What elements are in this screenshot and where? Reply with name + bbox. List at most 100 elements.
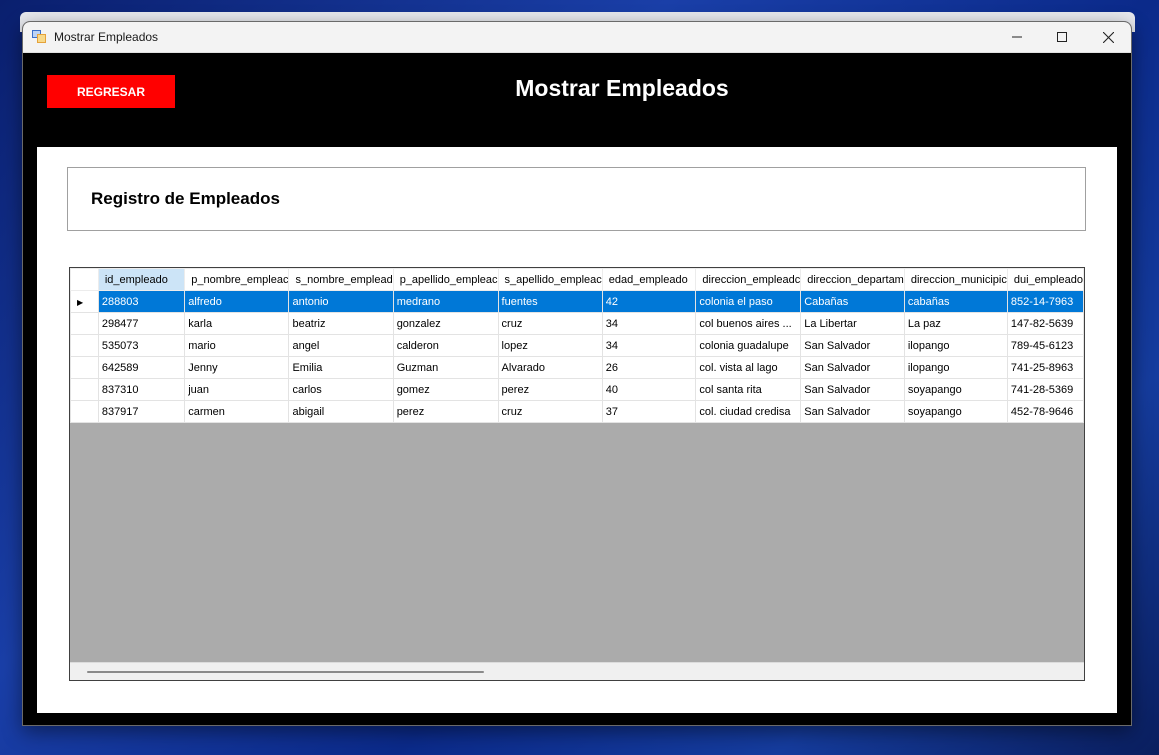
close-button[interactable] bbox=[1085, 22, 1131, 52]
cell-s-apellido-empleado[interactable]: cruz bbox=[497, 400, 603, 423]
cell-s-nombre-empleado[interactable]: angel bbox=[288, 334, 394, 357]
row-header[interactable] bbox=[70, 378, 99, 401]
cell-direccion-departamento[interactable]: San Salvador bbox=[800, 378, 905, 401]
cell-direccion-empleado[interactable]: col santa rita bbox=[695, 378, 802, 401]
horizontal-scrollbar[interactable] bbox=[70, 662, 1084, 680]
cell-direccion-empleado[interactable]: colonia guadalupe bbox=[695, 334, 802, 357]
window-title: Mostrar Empleados bbox=[54, 30, 159, 44]
column-header-direccion-empleado[interactable]: direccion_empleadc bbox=[695, 268, 802, 291]
cell-id-empleado[interactable]: 837310 bbox=[97, 378, 186, 401]
cell-s-nombre-empleado[interactable]: carlos bbox=[288, 378, 394, 401]
table-row[interactable]: 298477 karla beatriz gonzalez cruz 34 col buen… bbox=[70, 312, 1084, 335]
maximize-button[interactable] bbox=[1039, 22, 1085, 52]
app-window: Mostrar Empleados REGRESAR Mostrar Emple… bbox=[22, 21, 1132, 726]
cell-s-apellido-empleado[interactable]: perez bbox=[497, 378, 603, 401]
cell-dui-empleado[interactable]: 741-28-5369 bbox=[1006, 378, 1084, 401]
row-header[interactable] bbox=[70, 334, 99, 357]
cell-dui-empleado[interactable]: 789-45-6123 bbox=[1006, 334, 1084, 357]
employees-table: id_empleado p_nombre_empleac s_nombre_empl… bbox=[70, 268, 1084, 423]
cell-direccion-departamento[interactable]: San Salvador bbox=[800, 400, 905, 423]
cell-direccion-departamento[interactable]: Cabañas bbox=[800, 290, 905, 313]
cell-p-apellido-empleado[interactable]: medrano bbox=[392, 290, 499, 313]
cell-dui-empleado[interactable]: 852-14-7963 bbox=[1006, 290, 1084, 313]
cell-direccion-empleado[interactable]: col buenos aires ... bbox=[695, 312, 802, 335]
cell-edad-empleado[interactable]: 26 bbox=[601, 356, 697, 379]
cell-dui-empleado[interactable]: 741-25-8963 bbox=[1006, 356, 1084, 379]
close-icon bbox=[1102, 31, 1114, 43]
row-header[interactable] bbox=[70, 312, 99, 335]
column-header-s-apellido-empleado[interactable]: s_apellido_empleac bbox=[497, 268, 603, 291]
cell-id-empleado[interactable]: 642589 bbox=[97, 356, 186, 379]
cell-p-nombre-empleado[interactable]: mario bbox=[184, 334, 290, 357]
cell-direccion-municipio[interactable]: ilopango bbox=[903, 356, 1008, 379]
table-row[interactable]: 642589 Jenny Emilia Guzman Alvarado 26 col. vi… bbox=[70, 356, 1084, 379]
column-header-id-empleado[interactable]: id_empleado bbox=[97, 268, 186, 291]
cell-p-nombre-empleado[interactable]: carmen bbox=[184, 400, 290, 423]
cell-direccion-municipio[interactable]: soyapango bbox=[903, 400, 1008, 423]
content-panel: Registro de Empleados id_empleado p_nombr… bbox=[37, 147, 1117, 713]
cell-edad-empleado[interactable]: 42 bbox=[601, 290, 697, 313]
cell-s-nombre-empleado[interactable]: antonio bbox=[288, 290, 394, 313]
column-header-s-nombre-empleado[interactable]: s_nombre_emplead bbox=[288, 268, 394, 291]
scrollbar-thumb[interactable] bbox=[87, 671, 484, 673]
cell-p-apellido-empleado[interactable]: gonzalez bbox=[392, 312, 499, 335]
grid-corner-header[interactable] bbox=[70, 268, 99, 291]
cell-direccion-municipio[interactable]: La paz bbox=[903, 312, 1008, 335]
row-header[interactable]: ▶ bbox=[70, 290, 99, 313]
cell-dui-empleado[interactable]: 452-78-9646 bbox=[1006, 400, 1084, 423]
cell-p-nombre-empleado[interactable]: juan bbox=[184, 378, 290, 401]
cell-s-apellido-empleado[interactable]: fuentes bbox=[497, 290, 603, 313]
cell-p-nombre-empleado[interactable]: alfredo bbox=[184, 290, 290, 313]
cell-edad-empleado[interactable]: 37 bbox=[601, 400, 697, 423]
cell-s-apellido-empleado[interactable]: lopez bbox=[497, 334, 603, 357]
title-bar[interactable]: Mostrar Empleados bbox=[23, 22, 1131, 53]
cell-direccion-empleado[interactable]: col. vista al lago bbox=[695, 356, 802, 379]
cell-id-empleado[interactable]: 837917 bbox=[97, 400, 186, 423]
page-title: Mostrar Empleados bbox=[515, 75, 729, 101]
current-row-arrow-icon: ▶ bbox=[77, 297, 84, 307]
row-header[interactable] bbox=[70, 400, 99, 423]
column-header-dui-empleado[interactable]: dui_empleado bbox=[1006, 268, 1084, 291]
cell-direccion-municipio[interactable]: soyapango bbox=[903, 378, 1008, 401]
cell-direccion-departamento[interactable]: San Salvador bbox=[800, 356, 905, 379]
column-header-direccion-municipio[interactable]: direccion_municipic bbox=[903, 268, 1008, 291]
cell-p-nombre-empleado[interactable]: Jenny bbox=[184, 356, 290, 379]
cell-id-empleado[interactable]: 298477 bbox=[97, 312, 186, 335]
cell-edad-empleado[interactable]: 34 bbox=[601, 334, 697, 357]
table-row[interactable]: 837310 juan carlos gomez perez 40 col santa ri… bbox=[70, 378, 1084, 401]
column-header-direccion-departamento[interactable]: direccion_departam bbox=[800, 268, 905, 291]
cell-direccion-municipio[interactable]: cabañas bbox=[903, 290, 1008, 313]
cell-p-apellido-empleado[interactable]: perez bbox=[392, 400, 499, 423]
cell-s-nombre-empleado[interactable]: beatriz bbox=[288, 312, 394, 335]
cell-edad-empleado[interactable]: 34 bbox=[601, 312, 697, 335]
minimize-button[interactable] bbox=[994, 22, 1040, 52]
cell-s-nombre-empleado[interactable]: abigail bbox=[288, 400, 394, 423]
cell-p-apellido-empleado[interactable]: Guzman bbox=[392, 356, 499, 379]
row-header[interactable] bbox=[70, 356, 99, 379]
cell-s-apellido-empleado[interactable]: Alvarado bbox=[497, 356, 603, 379]
cell-direccion-empleado[interactable]: col. ciudad credisa bbox=[695, 400, 802, 423]
cell-s-nombre-empleado[interactable]: Emilia bbox=[288, 356, 394, 379]
table-row[interactable]: 535073 mario angel calderon lopez 34 colonia g… bbox=[70, 334, 1084, 357]
cell-direccion-departamento[interactable]: La Libertar bbox=[800, 312, 905, 335]
header-bar: REGRESAR Mostrar Empleados bbox=[23, 53, 1131, 147]
cell-direccion-empleado[interactable]: colonia el paso bbox=[695, 290, 802, 313]
table-row[interactable]: ▶ 288803 alfredo antonio medrano fuentes 42 col… bbox=[70, 290, 1084, 313]
cell-p-nombre-empleado[interactable]: karla bbox=[184, 312, 290, 335]
minimize-icon bbox=[1012, 36, 1022, 38]
employees-data-grid[interactable]: id_empleado p_nombre_empleac s_nombre_empl… bbox=[69, 267, 1085, 681]
cell-dui-empleado[interactable]: 147-82-5639 bbox=[1006, 312, 1084, 335]
table-row[interactable]: 837917 carmen abigail perez cruz 37 col. ciuda… bbox=[70, 400, 1084, 423]
cell-p-apellido-empleado[interactable]: gomez bbox=[392, 378, 499, 401]
cell-p-apellido-empleado[interactable]: calderon bbox=[392, 334, 499, 357]
cell-s-apellido-empleado[interactable]: cruz bbox=[497, 312, 603, 335]
cell-edad-empleado[interactable]: 40 bbox=[601, 378, 697, 401]
column-header-p-apellido-empleado[interactable]: p_apellido_empleac bbox=[392, 268, 499, 291]
column-header-p-nombre-empleado[interactable]: p_nombre_empleac bbox=[184, 268, 290, 291]
cell-id-empleado[interactable]: 535073 bbox=[97, 334, 186, 357]
cell-id-empleado[interactable]: 288803 bbox=[97, 290, 186, 313]
column-header-edad-empleado[interactable]: edad_empleado bbox=[601, 268, 697, 291]
cell-direccion-municipio[interactable]: ilopango bbox=[903, 334, 1008, 357]
section-header-box: Registro de Empleados bbox=[67, 167, 1086, 231]
cell-direccion-departamento[interactable]: San Salvador bbox=[800, 334, 905, 357]
